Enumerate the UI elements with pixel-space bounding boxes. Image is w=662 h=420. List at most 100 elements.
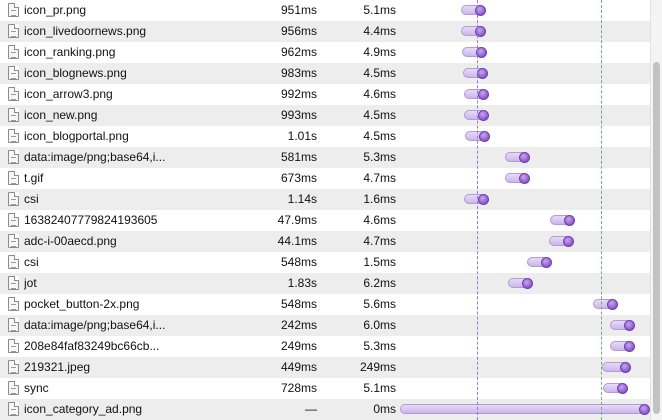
file-icon xyxy=(8,129,19,143)
duration-value: 4.7ms xyxy=(363,234,396,248)
duration-value: 4.7ms xyxy=(363,171,396,185)
resource-name: icon_new.png xyxy=(24,108,98,122)
duration-value: 5.6ms xyxy=(363,297,396,311)
duration-value: 5.3ms xyxy=(363,339,396,353)
resource-name: t.gif xyxy=(24,171,44,185)
latency-value: 1.83s xyxy=(287,276,317,290)
duration-value: 6.2ms xyxy=(363,276,396,290)
latency-value: — xyxy=(305,402,317,416)
table-row[interactable]: 219321.jpeg 449ms 249ms xyxy=(0,357,662,378)
latency-value: 1.14s xyxy=(287,192,317,206)
duration-value: 6.0ms xyxy=(363,318,396,332)
resource-name: data:image/png;base64,i... xyxy=(24,318,166,332)
timeline-bar xyxy=(400,404,648,414)
timeline-bar-end xyxy=(624,341,636,352)
duration-value: 4.4ms xyxy=(363,24,396,38)
latency-value: 44.1ms xyxy=(277,234,317,248)
network-request-table: icon_pr.png 951ms 5.1ms icon_livedoornews.p… xyxy=(0,0,662,420)
table-row[interactable]: icon_livedoornews.png 956ms 4.4ms xyxy=(0,21,662,42)
table-row[interactable]: icon_new.png 993ms 4.5ms xyxy=(0,105,662,126)
timeline-bar-end xyxy=(519,152,531,163)
table-row[interactable]: icon_pr.png 951ms 5.1ms xyxy=(0,0,662,21)
table-row[interactable]: icon_arrow3.png 992ms 4.6ms xyxy=(0,84,662,105)
timeline-bar-end xyxy=(477,68,489,79)
table-row[interactable]: jot 1.83s 6.2ms xyxy=(0,273,662,294)
table-row[interactable]: 16382407779824193605 47.9ms 4.6ms xyxy=(0,210,662,231)
latency-value: 983ms xyxy=(280,66,317,80)
latency-value: 581ms xyxy=(280,150,317,164)
file-icon xyxy=(8,108,19,122)
timeline-bar-end xyxy=(522,278,534,289)
file-icon xyxy=(8,24,19,38)
file-icon xyxy=(8,318,19,332)
duration-value: 5.1ms xyxy=(363,3,396,17)
latency-value: 249ms xyxy=(280,339,317,353)
resource-name: jot xyxy=(24,276,37,290)
resource-name: adc-i-00aecd.png xyxy=(24,234,117,248)
resource-name: data:image/png;base64,i... xyxy=(24,150,166,164)
timeline-bar-end xyxy=(563,215,575,226)
resource-name: sync xyxy=(24,381,49,395)
timeline-bar-end xyxy=(478,131,490,142)
resource-name: icon_blognews.png xyxy=(24,66,127,80)
latency-value: 993ms xyxy=(280,108,317,122)
timeline-bar-end xyxy=(616,383,628,394)
timeline-bar-end xyxy=(518,173,530,184)
table-row[interactable]: icon_ranking.png 962ms 4.9ms xyxy=(0,42,662,63)
file-icon xyxy=(8,87,19,101)
latency-value: 962ms xyxy=(280,45,317,59)
resource-name: icon_pr.png xyxy=(24,3,87,17)
latency-value: 47.9ms xyxy=(277,213,317,227)
table-row[interactable]: data:image/png;base64,i... 581ms 5.3ms xyxy=(0,147,662,168)
table-row[interactable]: csi 1.14s 1.6ms xyxy=(0,189,662,210)
table-row[interactable]: icon_blogportal.png 1.01s 4.5ms xyxy=(0,126,662,147)
timeline-bar-end xyxy=(624,320,636,331)
duration-value: 4.6ms xyxy=(363,213,396,227)
timeline-bar-end xyxy=(619,362,631,373)
duration-value: 0ms xyxy=(373,402,396,416)
table-row[interactable]: csi 548ms 1.5ms xyxy=(0,252,662,273)
duration-value: 4.5ms xyxy=(363,108,396,122)
file-icon xyxy=(8,234,19,248)
load-event-marker xyxy=(477,0,479,420)
resource-name: 219321.jpeg xyxy=(24,360,91,374)
resource-name: icon_arrow3.png xyxy=(24,87,113,101)
duration-value: 4.5ms xyxy=(363,129,396,143)
timeline-bar-end xyxy=(639,404,651,415)
duration-value: 5.3ms xyxy=(363,150,396,164)
resource-name: icon_blogportal.png xyxy=(24,129,129,143)
resource-name: icon_category_ad.png xyxy=(24,402,143,416)
latency-value: 449ms xyxy=(280,360,317,374)
table-row[interactable]: sync 728ms 5.1ms xyxy=(0,378,662,399)
table-row[interactable]: icon_category_ad.png — 0ms xyxy=(0,399,662,420)
latency-value: 1.01s xyxy=(287,129,317,143)
duration-value: 249ms xyxy=(359,360,396,374)
file-icon xyxy=(8,192,19,206)
table-row[interactable]: t.gif 673ms 4.7ms xyxy=(0,168,662,189)
table-row[interactable]: 208e84faf83249bc66cb... 249ms 5.3ms xyxy=(0,336,662,357)
file-icon xyxy=(8,213,19,227)
resource-name: icon_livedoornews.png xyxy=(24,24,147,38)
dom-content-loaded-marker xyxy=(600,0,602,420)
vertical-scrollbar[interactable] xyxy=(650,0,662,420)
resource-name: pocket_button-2x.png xyxy=(24,297,140,311)
file-icon xyxy=(8,171,19,185)
timeline-bar-end xyxy=(562,236,574,247)
table-row[interactable]: pocket_button-2x.png 548ms 5.6ms xyxy=(0,294,662,315)
latency-value: 673ms xyxy=(280,171,317,185)
timeline-bar-end xyxy=(477,89,489,100)
duration-value: 5.1ms xyxy=(363,381,396,395)
resource-name: csi xyxy=(24,192,39,206)
file-icon xyxy=(8,45,19,59)
timeline-bar-end xyxy=(606,299,618,310)
latency-value: 548ms xyxy=(280,297,317,311)
file-icon xyxy=(8,255,19,269)
duration-value: 4.9ms xyxy=(363,45,396,59)
table-row[interactable]: adc-i-00aecd.png 44.1ms 4.7ms xyxy=(0,231,662,252)
table-row[interactable]: icon_blognews.png 983ms 4.5ms xyxy=(0,63,662,84)
timeline-bar-end xyxy=(477,110,489,121)
table-row[interactable]: data:image/png;base64,i... 242ms 6.0ms xyxy=(0,315,662,336)
latency-value: 992ms xyxy=(280,87,317,101)
scrollbar-thumb[interactable] xyxy=(653,62,660,414)
latency-value: 956ms xyxy=(280,24,317,38)
